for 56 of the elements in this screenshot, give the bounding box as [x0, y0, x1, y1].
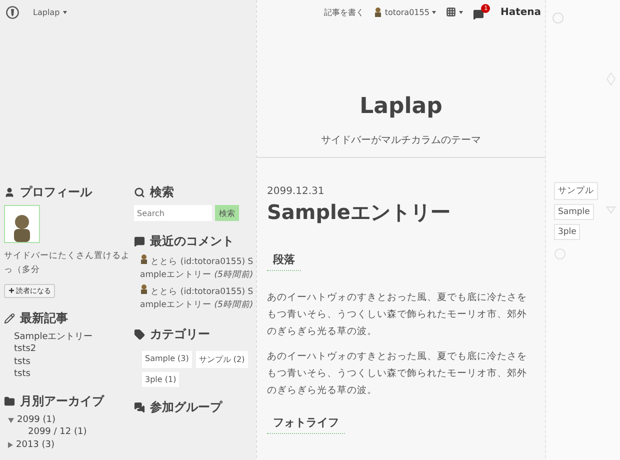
avatar-icon	[374, 7, 382, 17]
blog-menu[interactable]: Laplap	[33, 8, 67, 16]
apps-menu[interactable]	[446, 7, 464, 17]
diamond-decoration	[606, 72, 616, 86]
entry-title[interactable]: Sampleエントリー	[267, 199, 450, 226]
paragraph: あのイーハトヴォのすきとおった風、夏でも底に冷たさをもつ青いそら、うつくしい森で飾られたモーリオ市、郊外のぎらぎら光る草の波。	[267, 291, 528, 339]
write-link[interactable]: 記事を書く	[324, 6, 364, 18]
pencil-icon	[4, 312, 15, 324]
section-heading: 検索	[150, 184, 174, 201]
comment-icon	[134, 236, 145, 247]
tag-link[interactable]: サンプル	[554, 182, 598, 200]
blog-title[interactable]: Laplap	[360, 94, 442, 119]
archive-year[interactable]: 2013 (3)	[4, 438, 55, 452]
blog-subtitle: サイドバーがマルチカラムのテーマ	[321, 134, 481, 147]
section-heading: 参加グループ	[150, 399, 222, 416]
comment-entry: ととら (id:totora0155) Sampleエントリー (5時間前)	[134, 284, 260, 312]
search-icon	[134, 187, 145, 198]
section-heading: プロフィール	[20, 184, 92, 201]
tag-icon	[134, 329, 145, 340]
profile-description: サイドバーにたくさん置けるよっ（多分	[4, 250, 130, 278]
avatar-icon	[140, 284, 148, 294]
search-button[interactable]: 検索	[215, 205, 239, 221]
archive-year[interactable]: 2099 (1)	[4, 414, 56, 426]
article-link[interactable]: tsts	[4, 368, 30, 381]
section-heading: フォトライフ	[267, 415, 345, 434]
category-tag[interactable]: Sample (3)	[142, 351, 192, 368]
search-field[interactable]: Search	[134, 205, 212, 221]
logo-icon[interactable]	[6, 6, 19, 18]
brand-link[interactable]: Hatena	[500, 6, 541, 18]
article-link[interactable]: Sampleエントリー	[4, 330, 93, 344]
plus-icon	[8, 287, 15, 294]
archive-month[interactable]: 2099 / 12 (1)	[4, 426, 87, 439]
section-heading: 月別アーカイブ	[20, 392, 104, 410]
paragraph: あのイーハトヴォのすきとおった風、夏でも底に冷たさをもつ青いそら、うつくしい森で飾られたモーリオ市、郊外のぎらぎら光る草の波。	[267, 350, 528, 398]
article-link[interactable]: tsts2	[4, 343, 36, 356]
category-tag[interactable]: サンプル (2)	[196, 351, 248, 368]
triangle-decoration	[606, 206, 616, 214]
section-heading: 最近のコメント	[150, 233, 234, 250]
circle-decoration	[554, 248, 566, 260]
entry-date: 2099.12.31	[267, 186, 324, 197]
comment-entry: ととら (id:totora0155) Sampleエントリー (5時間前)	[134, 254, 260, 282]
category-tag[interactable]: 3ple (1)	[142, 372, 180, 387]
article-link[interactable]: tsts	[4, 356, 30, 368]
section-heading: 段落	[267, 252, 301, 271]
tag-link[interactable]: Sample	[554, 204, 594, 220]
user-menu[interactable]: totora0155	[374, 7, 436, 17]
chat-icon	[134, 402, 145, 413]
section-heading: カテゴリー	[150, 326, 210, 343]
profile-picture	[4, 205, 40, 243]
avatar-icon	[140, 254, 148, 264]
user-icon	[4, 187, 15, 198]
grid-icon	[446, 7, 456, 17]
section-heading: 最新記事	[20, 310, 68, 327]
circle-decoration	[552, 12, 564, 24]
tag-link[interactable]: 3ple	[554, 224, 580, 240]
folder-icon	[4, 396, 15, 407]
